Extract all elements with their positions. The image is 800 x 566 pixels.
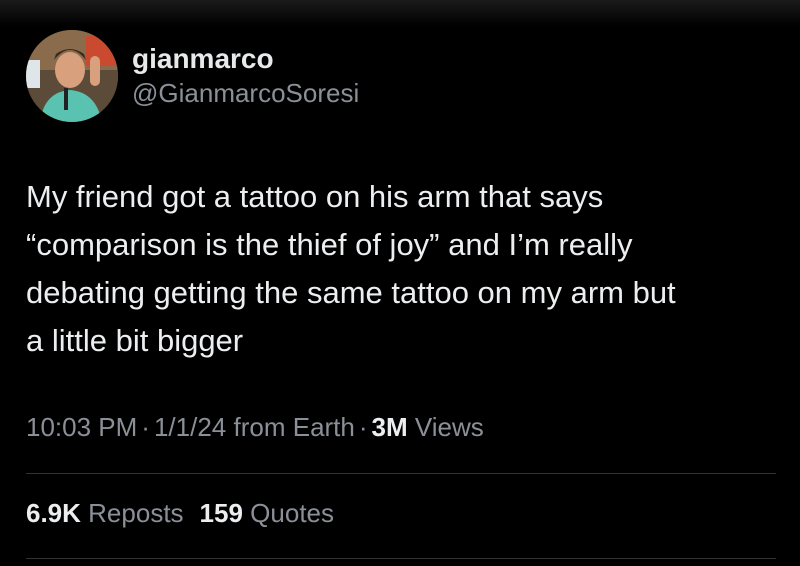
- author-names: gianmarco @GianmarcoSoresi: [132, 42, 359, 110]
- quotes-count[interactable]: 159: [200, 498, 243, 528]
- views-count[interactable]: 3M: [372, 412, 408, 442]
- engagement-stats: 6.9K Reposts 159 Quotes: [26, 498, 334, 529]
- reposts-count[interactable]: 6.9K: [26, 498, 81, 528]
- reposts-label[interactable]: Reposts: [88, 498, 183, 528]
- tweet-date[interactable]: 1/1/24: [154, 412, 226, 442]
- avatar[interactable]: [26, 30, 118, 122]
- display-name[interactable]: gianmarco: [132, 42, 359, 76]
- tweet-text-line: debating getting the same tattoo on my a…: [26, 275, 676, 310]
- tweet-detail: gianmarco @GianmarcoSoresi My friend got…: [0, 0, 800, 566]
- user-handle[interactable]: @GianmarcoSoresi: [132, 76, 359, 110]
- tweet-text-line: a little bit bigger: [26, 323, 244, 358]
- tweet-text-line: My friend got a tattoo on his arm that s…: [26, 179, 604, 214]
- avatar-photo-icon: [26, 30, 118, 122]
- quotes-label[interactable]: Quotes: [250, 498, 334, 528]
- tweet-text: My friend got a tattoo on his arm that s…: [26, 173, 776, 365]
- views-label[interactable]: Views: [415, 412, 484, 442]
- divider: [26, 473, 776, 474]
- meta-separator: ·: [358, 412, 368, 442]
- divider: [26, 558, 776, 559]
- meta-separator: ·: [141, 412, 150, 442]
- tweet-meta: 10:03 PM · 1/1/24 from Earth · 3M Views: [26, 412, 484, 443]
- tweet-time[interactable]: 10:03 PM: [26, 412, 137, 442]
- tweet-location: from Earth: [233, 412, 355, 442]
- tweet-text-line: “comparison is the thief of joy” and I’m…: [26, 227, 633, 262]
